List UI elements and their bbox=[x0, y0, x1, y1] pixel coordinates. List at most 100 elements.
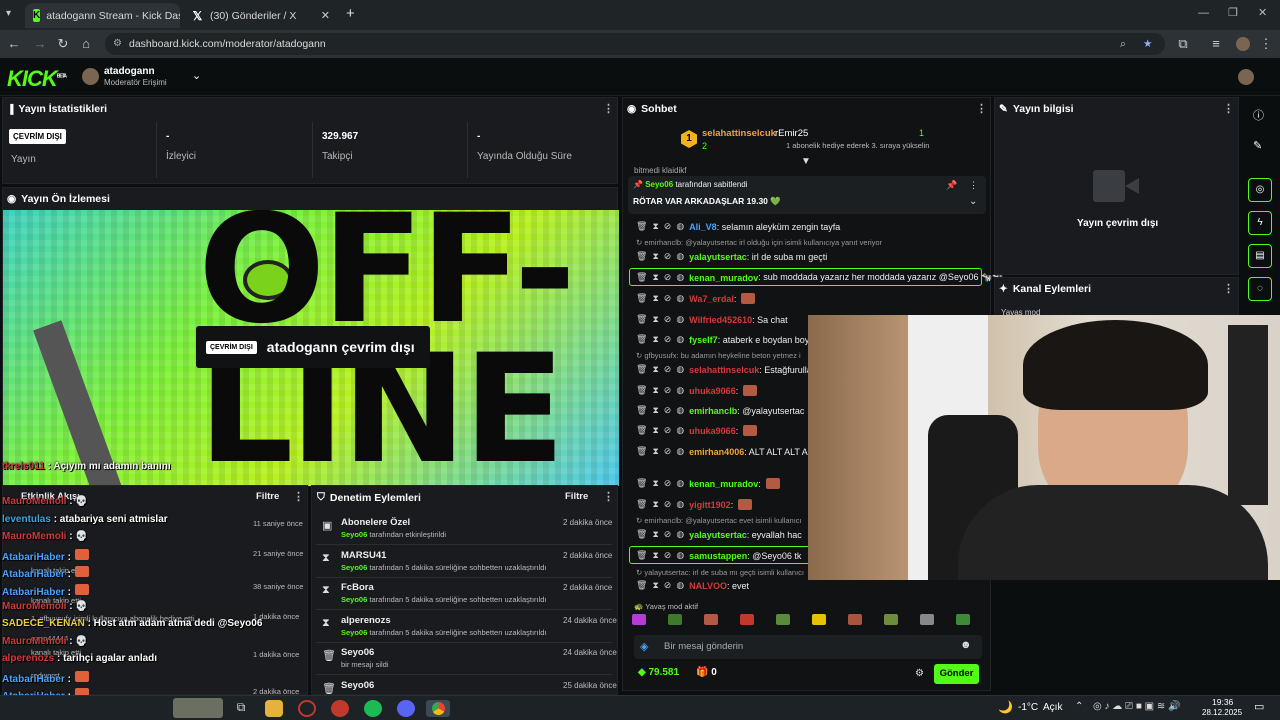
emote-icon[interactable] bbox=[632, 614, 646, 625]
chat-username[interactable]: yalayutsertac bbox=[689, 252, 747, 262]
send-button[interactable]: Gönder bbox=[934, 664, 979, 684]
more-icon[interactable]: ⋮ bbox=[603, 102, 614, 115]
gifter-name[interactable]: selahattinselcuk bbox=[702, 128, 776, 139]
moderator-name[interactable]: Seyo06 bbox=[341, 563, 369, 572]
timeout-icon[interactable]: ⧗ bbox=[652, 334, 658, 345]
tab-kick[interactable]: K atadogann Stream - Kick Dashb ✕ bbox=[25, 3, 180, 28]
profile-avatar[interactable] bbox=[1236, 37, 1250, 51]
timeout-icon[interactable]: ⧗ bbox=[652, 272, 658, 283]
app-icon[interactable] bbox=[331, 700, 349, 717]
pin-icon[interactable]: 📌 bbox=[946, 180, 957, 191]
close-icon[interactable]: ✕ bbox=[321, 9, 330, 22]
ban-icon[interactable]: ⊘ bbox=[664, 499, 672, 510]
emoji-icon[interactable]: ☻ bbox=[960, 639, 972, 651]
chat-username[interactable]: kenan_muradov bbox=[689, 479, 758, 489]
emote-icon[interactable] bbox=[884, 614, 898, 625]
discord-icon[interactable] bbox=[397, 700, 415, 717]
taskbar-thumbnail[interactable] bbox=[173, 698, 223, 718]
ban-icon[interactable]: ⊘ bbox=[664, 314, 672, 325]
home-icon[interactable]: ⌂ bbox=[78, 36, 94, 51]
activity-filter-button[interactable]: Filtre bbox=[256, 491, 279, 502]
emote-icon[interactable] bbox=[920, 614, 934, 625]
emote-icon[interactable] bbox=[956, 614, 970, 625]
more-icon[interactable]: ⋮ bbox=[1223, 282, 1234, 295]
trash-icon[interactable]: 🗑 bbox=[636, 446, 647, 457]
trash-icon[interactable]: 🗑 bbox=[636, 405, 647, 416]
temperature[interactable]: -1°C bbox=[1018, 702, 1038, 713]
chat-username[interactable]: emirhan4006 bbox=[689, 447, 744, 457]
timeout-icon[interactable]: ⧗ bbox=[652, 478, 658, 489]
chat-username[interactable]: Ali_V8 bbox=[689, 222, 717, 232]
chevron-down-icon[interactable]: ⌄ bbox=[192, 69, 201, 82]
more-icon[interactable]: ⋮ bbox=[976, 102, 987, 115]
emote-icon[interactable] bbox=[848, 614, 862, 625]
chat-username[interactable]: NALVOO bbox=[689, 581, 727, 591]
timeout-icon[interactable]: ⧗ bbox=[652, 251, 658, 262]
ban-icon[interactable]: ⊘ bbox=[664, 425, 672, 436]
new-tab-button[interactable]: + bbox=[346, 5, 355, 22]
more-icon[interactable]: ⋮ bbox=[293, 490, 304, 503]
trash-icon[interactable]: 🗑 bbox=[636, 385, 647, 396]
chrome-active-icon[interactable] bbox=[426, 700, 450, 717]
ban-icon[interactable]: ⊘ bbox=[664, 385, 672, 396]
timeout-icon[interactable]: ⧗ bbox=[652, 550, 658, 561]
chat-input[interactable]: ◈ Bir mesaj gönderin ☻ bbox=[634, 635, 982, 659]
more-icon[interactable]: ⋮ bbox=[969, 180, 978, 191]
window-close-icon[interactable]: ✕ bbox=[1258, 6, 1267, 19]
trash-icon[interactable]: 🗑 bbox=[636, 293, 647, 304]
emote-icon[interactable] bbox=[740, 614, 754, 625]
tray-icons[interactable]: ◎ ♪ ☁ ⎚ ■ ▣ ≋ 🔊 bbox=[1093, 701, 1181, 712]
ban-icon[interactable]: ⊘ bbox=[664, 293, 672, 304]
ban-icon[interactable]: ⊘ bbox=[664, 364, 672, 375]
chat-bubble-icon[interactable]: ◌ bbox=[1248, 277, 1272, 301]
trash-icon[interactable]: 🗑 bbox=[636, 425, 647, 436]
more-icon[interactable]: ⋮ bbox=[1223, 102, 1234, 115]
chat-username[interactable]: selahattinselcuk bbox=[689, 365, 759, 375]
timeout-icon[interactable]: ⧗ bbox=[652, 425, 658, 436]
zoom-icon[interactable]: ⌕ bbox=[1120, 33, 1126, 55]
ban-icon[interactable]: ⊘ bbox=[664, 272, 672, 283]
gift-count[interactable]: 🎁 0 bbox=[696, 667, 717, 678]
ban-icon[interactable]: ⊘ bbox=[664, 334, 672, 345]
tab-x[interactable]: 𝕏 (30) Gönderiler / X ✕ bbox=[183, 3, 338, 28]
timeout-icon[interactable]: ⧗ bbox=[652, 580, 658, 591]
extensions-icon[interactable]: ⧉ bbox=[1175, 36, 1191, 52]
clock-date[interactable]: 28.12.2025 bbox=[1202, 708, 1242, 717]
reload-icon[interactable]: ↻ bbox=[55, 36, 71, 52]
bolt-icon[interactable]: ϟ bbox=[1248, 211, 1272, 235]
ban-icon[interactable]: ⊘ bbox=[664, 529, 672, 540]
trash-icon[interactable]: 🗑 bbox=[636, 314, 647, 325]
trash-icon[interactable]: 🗑 bbox=[636, 251, 647, 262]
timeout-icon[interactable]: ⧗ bbox=[652, 385, 658, 396]
emote-icon[interactable] bbox=[776, 614, 790, 625]
back-icon[interactable]: ← bbox=[6, 36, 22, 51]
site-info-icon[interactable]: ⚙ bbox=[113, 33, 122, 55]
opera-icon[interactable] bbox=[298, 700, 316, 717]
document-icon[interactable]: ▤ bbox=[1248, 244, 1272, 268]
timeout-icon[interactable]: ⧗ bbox=[652, 221, 658, 232]
chat-username[interactable]: kenan_muradov bbox=[689, 273, 758, 283]
emote-icon[interactable] bbox=[704, 614, 718, 625]
emote-icon[interactable] bbox=[668, 614, 682, 625]
timeout-icon[interactable]: ⧗ bbox=[652, 293, 658, 304]
trash-icon[interactable]: 🗑 bbox=[636, 529, 647, 540]
chat-username[interactable]: fyself7 bbox=[689, 335, 718, 345]
forward-icon[interactable]: → bbox=[32, 36, 48, 51]
notification-icon[interactable]: ▭ bbox=[1254, 700, 1264, 713]
edit-icon[interactable]: ✎ bbox=[1253, 139, 1262, 152]
ban-icon[interactable]: ⊘ bbox=[664, 221, 672, 232]
ban-icon[interactable]: ⊘ bbox=[664, 251, 672, 262]
trash-icon[interactable]: 🗑 bbox=[636, 499, 647, 510]
timeout-icon[interactable]: ⧗ bbox=[652, 364, 658, 375]
bookmark-star-icon[interactable]: ★ bbox=[1143, 33, 1152, 55]
timeout-icon[interactable]: ⧗ bbox=[652, 405, 658, 416]
points[interactable]: ◆ 79.581 bbox=[638, 667, 679, 678]
trash-icon[interactable]: 🗑 bbox=[636, 550, 647, 561]
trash-icon[interactable]: 🗑 bbox=[636, 478, 647, 489]
chat-username[interactable]: Wilfried452610 bbox=[689, 315, 752, 325]
camera-toggle-icon[interactable]: ◎ bbox=[1248, 178, 1272, 202]
chat-username[interactable]: yigitt1902 bbox=[689, 500, 731, 510]
chevron-down-icon[interactable]: ⌄ bbox=[969, 196, 977, 207]
info-icon[interactable]: ⓘ bbox=[1253, 107, 1264, 123]
clock-time[interactable]: 19:36 bbox=[1212, 697, 1233, 707]
